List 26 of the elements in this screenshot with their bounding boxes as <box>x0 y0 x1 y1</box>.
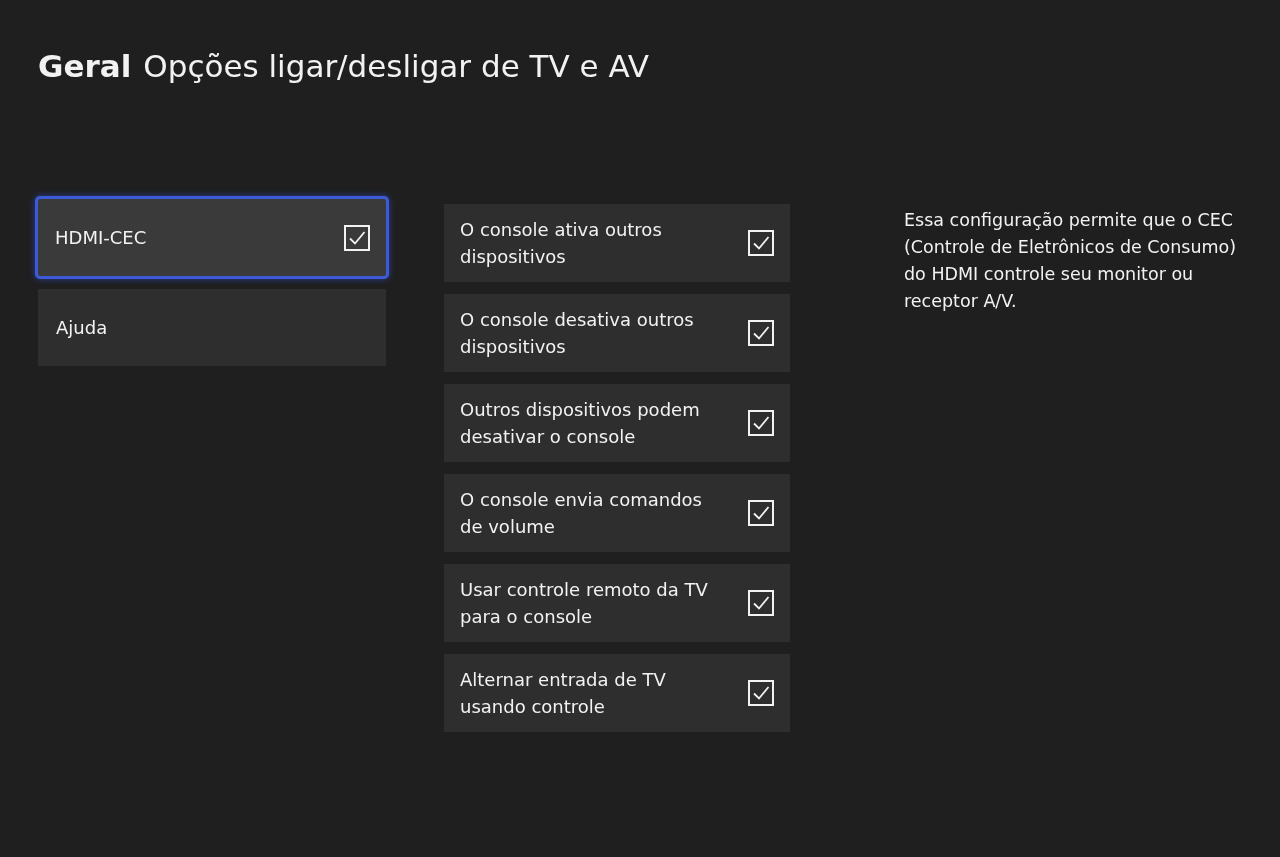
checked-checkbox[interactable] <box>748 590 774 616</box>
option-row[interactable]: Outros dispositivos podem desativar o console <box>444 384 790 462</box>
checked-checkbox[interactable] <box>748 500 774 526</box>
option-label: O console desativa outros dispositivos <box>460 308 695 359</box>
option-row[interactable]: O console envia comandos de volume <box>444 474 790 552</box>
option-label: O console envia comandos de volume <box>460 488 703 539</box>
option-label: Alternar entrada de TV usando controle <box>460 668 667 719</box>
checked-checkbox[interactable] <box>748 230 774 256</box>
option-row[interactable]: Alternar entrada de TV usando controle <box>444 654 790 732</box>
menu-label: HDMI-CEC <box>55 227 147 248</box>
description-text: Essa configuração permite que o CEC (Controle de Eletrônicos de Consumo) do HDMI controle seu monitor ou receptor A/V. <box>904 209 1238 313</box>
checked-checkbox[interactable] <box>748 410 774 436</box>
menu-item[interactable]: HDMI-CEC <box>35 196 389 279</box>
menu-label: Ajuda <box>56 317 108 338</box>
page-title: Opções ligar/desligar de TV e AV <box>143 48 649 84</box>
option-row[interactable]: Usar controle remoto da TV para o console <box>444 564 790 642</box>
section-title: Geral <box>38 48 132 84</box>
checked-checkbox[interactable] <box>344 224 370 251</box>
option-row[interactable]: O console ativa outros dispositivos <box>444 204 790 282</box>
option-row[interactable]: O console desativa outros dispositivos <box>444 294 790 372</box>
option-label: O console ativa outros dispositivos <box>460 218 663 269</box>
checked-checkbox[interactable] <box>748 680 774 706</box>
option-label: Outros dispositivos podem desativar o console <box>460 398 701 449</box>
checked-checkbox[interactable] <box>748 320 774 346</box>
menu-item[interactable]: Ajuda <box>38 289 386 366</box>
option-label: Usar controle remoto da TV para o console <box>460 578 709 629</box>
